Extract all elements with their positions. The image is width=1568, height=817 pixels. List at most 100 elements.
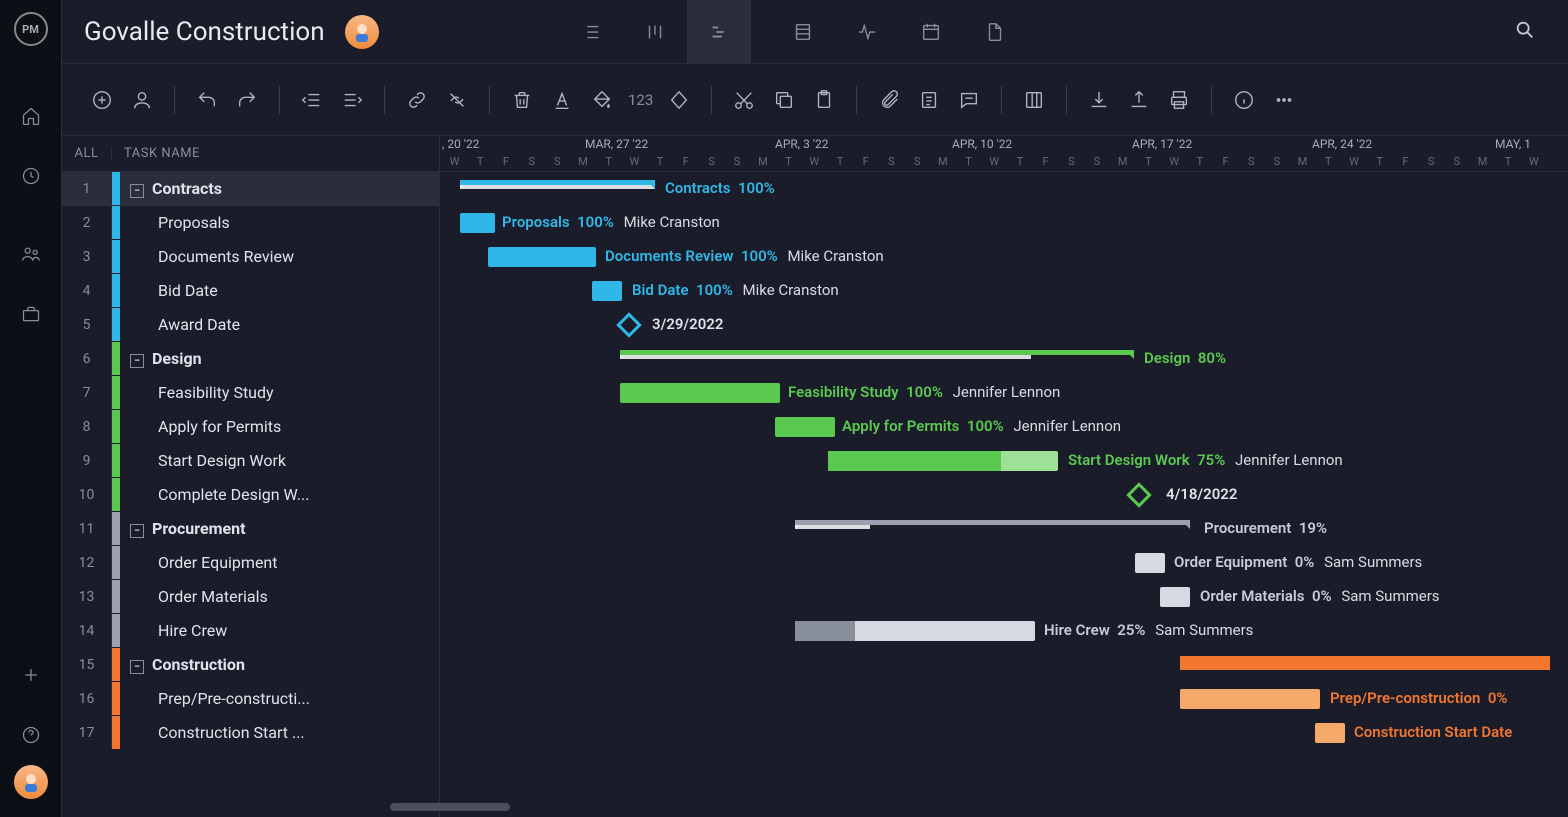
gantt-chart[interactable]: , 20 '22 MAR, 27 '22APR, 3 '22APR, 10 '2… [440,136,1568,817]
task-color-stripe [112,342,120,375]
attachment-icon[interactable] [871,82,907,118]
gantt-row: Order Equipment 0% Sam Summers [440,546,1568,580]
timeline-day: T [1187,155,1212,168]
timeline-day: T [1367,155,1392,168]
cut-icon[interactable] [726,82,762,118]
user-avatar[interactable] [14,765,48,799]
gantt-task-bar[interactable] [488,247,596,267]
info-icon[interactable] [1226,82,1262,118]
import-icon[interactable] [1081,82,1117,118]
add-icon[interactable] [19,663,43,687]
more-icon[interactable] [1266,82,1302,118]
paste-icon[interactable] [806,82,842,118]
collapse-icon[interactable]: − [130,354,144,368]
comment-icon[interactable] [951,82,987,118]
timeline-day: W [802,155,827,168]
project-owner-avatar[interactable] [345,15,379,49]
gantt-row [440,648,1568,682]
delete-icon[interactable] [504,82,540,118]
gantt-task-bar[interactable] [620,383,780,403]
collapse-icon[interactable]: − [130,184,144,198]
task-color-stripe [112,274,120,307]
assign-icon[interactable] [124,82,160,118]
task-row[interactable]: 8Apply for Permits [62,410,439,444]
task-row[interactable]: 5Award Date [62,308,439,342]
task-row[interactable]: 12Order Equipment [62,546,439,580]
task-row[interactable]: 7Feasibility Study [62,376,439,410]
print-icon[interactable] [1161,82,1197,118]
gantt-task-bar[interactable] [1160,587,1190,607]
gantt-summary-bar[interactable] [795,520,1190,538]
outdent-icon[interactable] [294,82,330,118]
timeline-day: W [982,155,1007,168]
gantt-milestone[interactable] [1126,482,1151,507]
collapse-icon[interactable]: − [130,524,144,538]
fill-color-icon[interactable] [584,82,620,118]
add-task-icon[interactable] [84,82,120,118]
view-gantt-icon[interactable] [687,0,751,64]
link-icon[interactable] [399,82,435,118]
task-row[interactable]: 6−Design [62,342,439,376]
gantt-bar-label: Start Design Work 75% Jennifer Lennon [1068,451,1343,469]
number-format-label[interactable]: 123 [624,91,657,109]
recent-icon[interactable] [19,164,43,188]
column-all[interactable]: ALL [62,146,112,161]
task-row[interactable]: 16Prep/Pre-constructi... [62,682,439,716]
gantt-milestone[interactable] [616,312,641,337]
indent-icon[interactable] [334,82,370,118]
task-row[interactable]: 2Proposals [62,206,439,240]
gantt-summary-bar[interactable] [620,350,1134,368]
task-row[interactable]: 9Start Design Work [62,444,439,478]
gantt-task-bar[interactable] [775,417,835,437]
column-task-name[interactable]: TASK NAME [112,146,439,161]
unlink-icon[interactable] [439,82,475,118]
gantt-task-bar[interactable] [460,213,495,233]
gantt-summary-bar[interactable] [460,180,655,198]
task-row[interactable]: 17Construction Start ... [62,716,439,750]
redo-icon[interactable] [229,82,265,118]
task-row[interactable]: 4Bid Date [62,274,439,308]
gantt-task-bar[interactable] [592,281,622,301]
task-row[interactable]: 1−Contracts [62,172,439,206]
view-file-icon[interactable] [963,0,1027,64]
gantt-task-bar[interactable] [795,621,1035,641]
app-logo: PM [14,12,48,46]
view-activity-icon[interactable] [835,0,899,64]
task-row[interactable]: 13Order Materials [62,580,439,614]
gantt-bar-label: Proposals 100% Mike Cranston [502,213,720,231]
gantt-summary-bar[interactable] [1180,656,1550,674]
gantt-task-bar[interactable] [1180,689,1320,709]
timeline-day: S [1239,155,1264,168]
briefcase-icon[interactable] [19,302,43,326]
milestone-icon[interactable] [661,82,697,118]
gantt-task-bar[interactable] [828,451,1058,471]
notes-icon[interactable] [911,82,947,118]
timeline-day: S [879,155,904,168]
timeline-day: T [468,155,493,168]
horizontal-scrollbar[interactable] [390,803,510,811]
columns-icon[interactable] [1016,82,1052,118]
task-number: 16 [62,682,112,715]
text-color-icon[interactable] [544,82,580,118]
view-list-icon[interactable] [559,0,623,64]
view-calendar-icon[interactable] [899,0,963,64]
undo-icon[interactable] [189,82,225,118]
task-row[interactable]: 14Hire Crew [62,614,439,648]
search-icon[interactable] [1514,19,1536,45]
team-icon[interactable] [19,242,43,266]
timeline-day: W [442,155,467,168]
view-board-icon[interactable] [623,0,687,64]
gantt-task-bar[interactable] [1135,553,1165,573]
export-icon[interactable] [1121,82,1157,118]
project-title: Govalle Construction [84,17,325,47]
task-row[interactable]: 10Complete Design W... [62,478,439,512]
task-row[interactable]: 11−Procurement [62,512,439,546]
view-sheet-icon[interactable] [771,0,835,64]
task-row[interactable]: 3Documents Review [62,240,439,274]
gantt-task-bar[interactable] [1315,723,1345,743]
task-row[interactable]: 15−Construction [62,648,439,682]
help-icon[interactable] [19,723,43,747]
copy-icon[interactable] [766,82,802,118]
collapse-icon[interactable]: − [130,660,144,674]
home-icon[interactable] [19,104,43,128]
